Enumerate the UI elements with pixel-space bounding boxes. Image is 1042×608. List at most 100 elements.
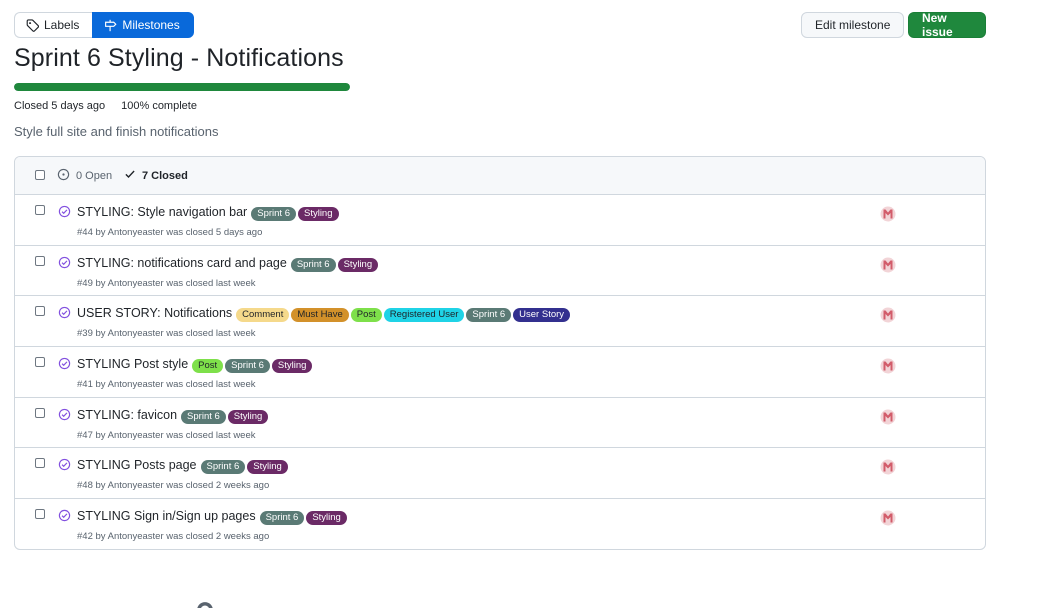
- issue-label[interactable]: Comment: [236, 308, 290, 323]
- issue-title-line: STYLING: favicon Sprint 6 Styling: [77, 406, 269, 424]
- check-icon: [124, 168, 136, 183]
- select-all-checkbox[interactable]: [35, 170, 45, 180]
- issue-row[interactable]: STYLING: Style navigation bar Sprint 6 St…: [15, 195, 985, 246]
- issue-row[interactable]: STYLING Post style Post Sprint 6 Styling #…: [15, 347, 985, 398]
- issue-title-link[interactable]: USER STORY: Notifications: [77, 306, 232, 320]
- issue-label[interactable]: Must Have: [291, 308, 349, 323]
- issue-row[interactable]: STYLING: favicon Sprint 6 Styling #47 by …: [15, 398, 985, 449]
- labels-tab[interactable]: Labels: [14, 12, 93, 38]
- issue-label[interactable]: Styling: [306, 511, 347, 526]
- issue-checkbox[interactable]: [35, 509, 45, 520]
- edit-milestone-button[interactable]: Edit milestone: [801, 12, 905, 38]
- issues-list-header: 0 Open 7 Closed: [15, 157, 985, 195]
- issue-title-link[interactable]: STYLING: Style navigation bar: [77, 205, 247, 219]
- issue-rows: STYLING: Style navigation bar Sprint 6 St…: [15, 195, 985, 549]
- assignee-avatar-icon[interactable]: [880, 409, 896, 430]
- issue-title-link[interactable]: STYLING Post style: [77, 357, 188, 371]
- issue-title-link[interactable]: STYLING Posts page: [77, 458, 197, 472]
- issue-title-link[interactable]: STYLING: notifications card and page: [77, 256, 287, 270]
- issues-list: 0 Open 7 Closed STYLING: Style navigatio…: [14, 156, 986, 550]
- issue-labels: Post Sprint 6 Styling: [190, 355, 313, 374]
- issue-checkbox[interactable]: [35, 458, 45, 469]
- issue-checkbox[interactable]: [35, 306, 45, 317]
- open-filter[interactable]: 0 Open: [57, 168, 112, 184]
- issue-closed-icon: [58, 509, 71, 527]
- issue-checkbox[interactable]: [35, 357, 45, 368]
- issue-meta: #49 by Antonyeaster was closed last week: [77, 277, 256, 289]
- issue-row[interactable]: STYLING Posts page Sprint 6 Styling #48 b…: [15, 448, 985, 500]
- issue-label[interactable]: Styling: [297, 207, 339, 221]
- issue-meta: #48 by Antonyeaster was closed 2 weeks a…: [77, 480, 270, 492]
- issue-closed-icon: [58, 458, 71, 476]
- issue-label[interactable]: Sprint 6: [290, 257, 336, 272]
- assignee-avatar-icon[interactable]: [880, 358, 896, 379]
- issue-meta: #47 by Antonyeaster was closed last week: [77, 429, 256, 441]
- issue-label[interactable]: Sprint 6: [251, 207, 296, 221]
- issue-closed-icon: [58, 306, 71, 324]
- assignee-avatar-icon[interactable]: [880, 307, 896, 328]
- new-issue-button[interactable]: New issue: [908, 11, 986, 39]
- issue-closed-icon: [58, 408, 71, 426]
- issue-label[interactable]: Sprint 6: [181, 409, 226, 424]
- issue-row[interactable]: STYLING Sign in/Sign up pages Sprint 6 St…: [15, 499, 985, 549]
- issue-label[interactable]: User Story: [513, 308, 571, 323]
- issue-label[interactable]: Styling: [247, 460, 288, 475]
- issue-row[interactable]: STYLING: notifications card and page Spr…: [15, 246, 985, 297]
- milestone-progress-fill: [14, 83, 350, 91]
- issue-checkbox[interactable]: [35, 205, 45, 215]
- issue-checkbox[interactable]: [35, 407, 45, 418]
- closed-filter[interactable]: 7 Closed: [124, 168, 188, 183]
- issue-title-line: STYLING: Style navigation bar Sprint 6 St…: [77, 203, 339, 221]
- tag-icon: [26, 18, 39, 32]
- milestones-tab-label: Milestones: [122, 18, 180, 32]
- issue-label[interactable]: Sprint 6: [466, 308, 512, 323]
- issue-meta: #41 by Antonyeaster was closed last week: [77, 379, 256, 391]
- issue-label[interactable]: Sprint 6: [225, 359, 270, 374]
- issue-title-line: STYLING: notifications card and page Spr…: [77, 254, 379, 272]
- issue-closed-icon: [58, 357, 71, 375]
- issue-title-line: USER STORY: Notifications Comment Must Ha…: [77, 304, 571, 323]
- issue-label[interactable]: Sprint 6: [200, 460, 246, 475]
- milestone-progress-bar: [14, 83, 350, 91]
- assignee-avatar-icon[interactable]: [880, 257, 896, 278]
- issue-title-link[interactable]: STYLING: favicon: [77, 408, 177, 422]
- github-mark-icon: [196, 601, 214, 608]
- issue-meta: #42 by Antonyeaster was closed 2 weeks a…: [77, 531, 270, 543]
- issue-closed-icon: [58, 205, 71, 223]
- issue-row[interactable]: USER STORY: Notifications Comment Must Ha…: [15, 296, 985, 348]
- issue-open-icon: [57, 168, 70, 184]
- milestone-title: Sprint 6 Styling - Notifications: [14, 44, 344, 72]
- issue-title-link[interactable]: STYLING Sign in/Sign up pages: [77, 509, 256, 523]
- issue-label[interactable]: Styling: [227, 409, 269, 424]
- issue-meta: #39 by Antonyeaster was closed last week: [77, 328, 256, 340]
- issue-labels: Sprint 6 Styling: [258, 507, 347, 526]
- issue-closed-icon: [58, 256, 71, 274]
- issue-title-line: STYLING Post style Post Sprint 6 Styling: [77, 355, 313, 374]
- milestone-complete-text: 100% complete: [121, 100, 197, 112]
- assignee-avatar-icon[interactable]: [880, 206, 896, 227]
- issue-title-line: STYLING Sign in/Sign up pages Sprint 6 St…: [77, 507, 347, 526]
- milestone-closed-text: Closed 5 days ago: [14, 100, 106, 112]
- milestone-icon: [104, 19, 117, 32]
- issue-title-line: STYLING Posts page Sprint 6 Styling: [77, 456, 288, 475]
- milestone-meta: Closed 5 days ago 100% complete: [14, 100, 197, 112]
- labels-tab-label: Labels: [44, 18, 80, 32]
- issue-label[interactable]: Registered User: [383, 308, 465, 323]
- issue-label[interactable]: Styling: [337, 257, 379, 272]
- milestone-description: Style full site and finish notifications: [14, 124, 219, 139]
- open-count: 0 Open: [76, 170, 113, 182]
- issue-checkbox[interactable]: [35, 255, 45, 266]
- issue-labels: Sprint 6 Styling: [249, 203, 339, 221]
- issue-labels: Sprint 6 Styling: [179, 406, 269, 424]
- issue-label[interactable]: Post: [192, 359, 224, 374]
- labels-milestones-switch: Labels Milestones: [14, 12, 194, 38]
- issue-label[interactable]: Styling: [271, 359, 313, 374]
- assignee-avatar-icon[interactable]: [880, 459, 896, 480]
- assignee-avatar-icon[interactable]: [880, 510, 896, 531]
- issue-label[interactable]: Post: [350, 308, 382, 323]
- issue-label[interactable]: Sprint 6: [259, 511, 305, 526]
- top-toolbar: Labels Milestones Edit milestone New iss…: [14, 11, 986, 39]
- issue-labels: Comment Must Have Post Registered User Sprin…: [234, 304, 571, 323]
- issue-meta: #44 by Antonyeaster was closed 5 days ag…: [77, 227, 263, 238]
- milestones-tab[interactable]: Milestones: [92, 12, 194, 38]
